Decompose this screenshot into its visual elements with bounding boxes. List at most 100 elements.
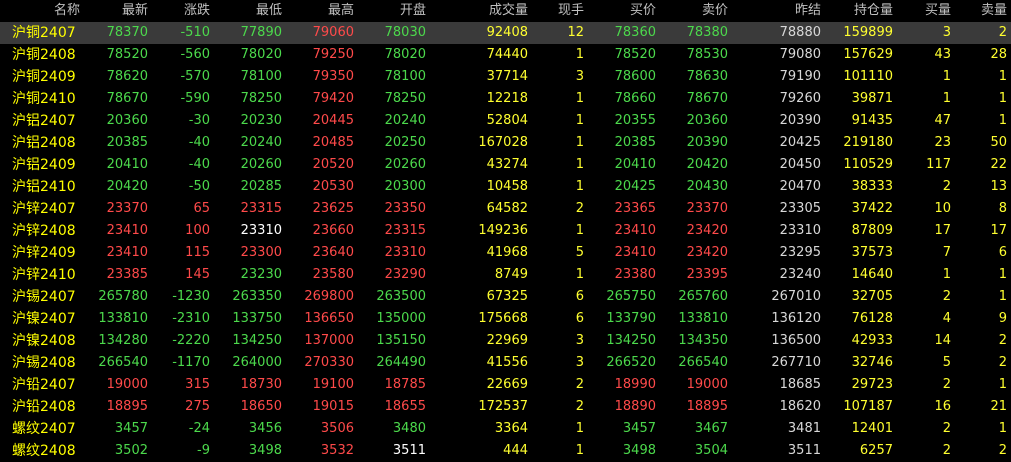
cell-bid: 266520	[606, 355, 656, 370]
cell-name: 螺纹2407	[12, 421, 76, 437]
cell-bid-volume: 7	[942, 245, 951, 260]
cell-change: -570	[180, 69, 210, 84]
cell-low: 3456	[248, 421, 282, 436]
cell-latest: 23410	[106, 245, 148, 260]
table-row[interactable]: 沪锡2408 266540 -1170 264000 270330 264490 41556…	[0, 352, 1011, 374]
cell-prev-settle: 79080	[779, 47, 821, 62]
cell-low: 23315	[240, 201, 282, 216]
table-row[interactable]: 沪铝2410 20420 -50 20285 20530 20300 10458 1 20425…	[0, 176, 1011, 198]
table-row[interactable]: 沪铝2407 20360 -30 20230 20445 20240 52804 1 20355…	[0, 110, 1011, 132]
column-header-last-volume[interactable]: 现手	[532, 0, 588, 22]
table-row[interactable]: 螺纹2407 3457 -24 3456 3506 3480 3364 1 3457 3467 34…	[0, 418, 1011, 440]
table-row[interactable]: 沪铜2408 78520 -560 78020 79250 78020 74440 1 7852…	[0, 44, 1011, 66]
cell-change: 65	[193, 201, 210, 216]
cell-last-volume: 1	[575, 135, 584, 150]
cell-open: 3480	[392, 421, 426, 436]
table-row[interactable]: 沪铜2410 78670 -590 78250 79420 78250 12218 1 7866…	[0, 88, 1011, 110]
cell-latest: 266540	[98, 355, 148, 370]
column-header-bid[interactable]: 买价	[588, 0, 660, 22]
cell-volume: 74440	[486, 47, 528, 62]
cell-ask: 3467	[694, 421, 728, 436]
cell-last-volume: 1	[575, 179, 584, 194]
cell-latest: 19000	[106, 377, 148, 392]
cell-open: 18785	[384, 377, 426, 392]
column-header-ask-volume[interactable]: 卖量	[955, 0, 1011, 22]
table-row[interactable]: 沪铜2407 78370 -510 77890 79060 78030 92408 12 783…	[0, 22, 1011, 44]
cell-change: -2310	[172, 311, 210, 326]
cell-last-volume: 3	[575, 333, 584, 348]
table-row[interactable]: 沪锡2407 265780 -1230 263350 269800 263500 67325…	[0, 286, 1011, 308]
cell-ask-volume: 1	[998, 289, 1007, 304]
cell-volume: 92408	[486, 25, 528, 40]
cell-open-interest: 32705	[851, 289, 893, 304]
cell-bid-volume: 16	[934, 399, 951, 414]
column-header-low[interactable]: 最低	[214, 0, 286, 22]
column-header-name[interactable]: 名称	[0, 0, 82, 22]
cell-high: 269800	[304, 289, 354, 304]
table-row[interactable]: 沪锌2409 23410 115 23300 23640 23310 41968 5 23410…	[0, 242, 1011, 264]
cell-volume: 10458	[486, 179, 528, 194]
cell-high: 79420	[312, 91, 354, 106]
cell-change: -1230	[172, 289, 210, 304]
cell-name: 螺纹2408	[12, 443, 76, 459]
cell-prev-settle: 23295	[779, 245, 821, 260]
column-header-high[interactable]: 最高	[286, 0, 358, 22]
cell-ask: 20420	[686, 157, 728, 172]
cell-ask-volume: 22	[990, 157, 1007, 172]
table-row[interactable]: 沪铝2408 20385 -40 20240 20485 20250 167028 1 2038…	[0, 132, 1011, 154]
cell-bid-volume: 14	[934, 333, 951, 348]
cell-ask-volume: 1	[998, 267, 1007, 282]
cell-last-volume: 6	[575, 311, 584, 326]
cell-latest: 18895	[106, 399, 148, 414]
cell-prev-settle: 20390	[779, 113, 821, 128]
cell-bid: 23380	[614, 267, 656, 282]
column-header-bid-volume[interactable]: 买量	[897, 0, 955, 22]
cell-prev-settle: 79190	[779, 69, 821, 84]
cell-last-volume: 6	[575, 289, 584, 304]
cell-ask-volume: 2	[998, 25, 1007, 40]
cell-bid: 20385	[614, 135, 656, 150]
cell-latest: 20360	[106, 113, 148, 128]
cell-low: 18650	[240, 399, 282, 414]
cell-prev-settle: 18685	[779, 377, 821, 392]
column-header-prev-settle[interactable]: 昨结	[732, 0, 825, 22]
table-row[interactable]: 沪锌2410 23385 145 23230 23580 23290 8749 1 23380 2…	[0, 264, 1011, 286]
cell-low: 20240	[240, 135, 282, 150]
cell-bid: 23410	[614, 223, 656, 238]
column-header-ask[interactable]: 卖价	[660, 0, 732, 22]
cell-bid: 78360	[614, 25, 656, 40]
table-row[interactable]: 沪铅2408 18895 275 18650 19015 18655 172537 2 1889…	[0, 396, 1011, 418]
cell-ask: 23420	[686, 245, 728, 260]
table-row[interactable]: 沪镍2407 133810 -2310 133750 136650 135000 17566…	[0, 308, 1011, 330]
table-row[interactable]: 沪镍2408 134280 -2220 134250 137000 135150 22969…	[0, 330, 1011, 352]
table-row[interactable]: 沪铜2409 78620 -570 78100 79350 78100 37714 3 7860…	[0, 66, 1011, 88]
cell-latest: 78670	[106, 91, 148, 106]
cell-bid-volume: 117	[926, 157, 951, 172]
cell-low: 23230	[240, 267, 282, 282]
header-row: 名称 最新 涨跌 最低 最高 开盘 成交量 现手 买价 卖价 昨结 持仓量 买量 卖量	[0, 0, 1011, 22]
column-header-volume[interactable]: 成交量	[430, 0, 532, 22]
cell-low: 77890	[240, 25, 282, 40]
cell-open-interest: 32746	[851, 355, 893, 370]
cell-high: 136650	[304, 311, 354, 326]
cell-ask-volume: 8	[998, 201, 1007, 216]
table-row[interactable]: 沪铝2409 20410 -40 20260 20520 20260 43274 1 20410…	[0, 154, 1011, 176]
cell-open-interest: 110529	[843, 157, 893, 172]
cell-bid: 3457	[622, 421, 656, 436]
table-row[interactable]: 螺纹2408 3502 -9 3498 3532 3511 444 1 3498 3504 3511…	[0, 440, 1011, 462]
table-row[interactable]: 沪锌2407 23370 65 23315 23625 23350 64582 2 23365 2…	[0, 198, 1011, 220]
cell-last-volume: 2	[575, 377, 584, 392]
column-header-change[interactable]: 涨跌	[152, 0, 214, 22]
cell-open-interest: 37573	[851, 245, 893, 260]
table-row[interactable]: 沪铅2407 19000 315 18730 19100 18785 22669 2 18990…	[0, 374, 1011, 396]
column-header-latest[interactable]: 最新	[82, 0, 152, 22]
cell-open: 23350	[384, 201, 426, 216]
cell-bid-volume: 2	[942, 421, 951, 436]
table-row[interactable]: 沪锌2408 23410 100 23310 23660 23315 149236 1 2341…	[0, 220, 1011, 242]
column-header-open[interactable]: 开盘	[358, 0, 430, 22]
cell-open: 135150	[376, 333, 426, 348]
quote-table: 名称 最新 涨跌 最低 最高 开盘 成交量 现手 买价 卖价 昨结 持仓量 买量 卖量 沪铜2407 783…	[0, 0, 1011, 462]
cell-latest: 20385	[106, 135, 148, 150]
column-header-open-interest[interactable]: 持仓量	[825, 0, 897, 22]
cell-ask-volume: 1	[998, 113, 1007, 128]
